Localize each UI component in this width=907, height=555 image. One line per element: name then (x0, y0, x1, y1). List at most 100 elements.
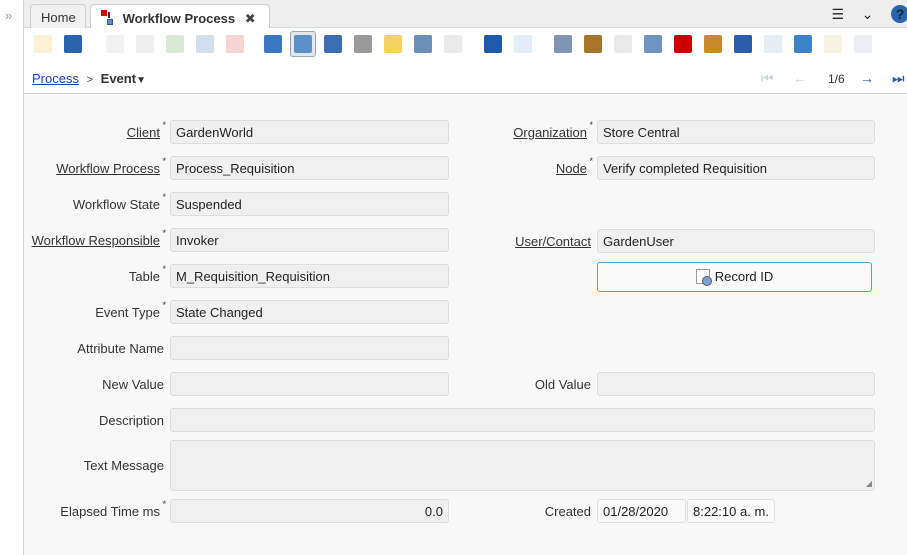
new-button[interactable] (102, 31, 128, 57)
save-and-new-button[interactable] (222, 31, 248, 57)
record-id-button[interactable]: Record ID (597, 262, 872, 292)
delete-icon (166, 35, 184, 53)
breadcrumb: Process > Event▼ (32, 71, 146, 86)
tab-label: Workflow Process (122, 11, 236, 26)
old-value-field[interactable] (597, 372, 875, 396)
process-icon (764, 35, 782, 53)
breadcrumb-current-tab[interactable]: Event (101, 71, 136, 86)
event-type-field[interactable]: State Changed (170, 300, 449, 324)
previous-record-icon[interactable]: ← (793, 70, 807, 86)
workflow-icon (101, 10, 115, 25)
breadcrumb-separator: > (86, 74, 94, 86)
undo-button[interactable] (30, 31, 56, 57)
resize-grip-icon[interactable]: ◢ (866, 479, 872, 488)
close-tab-icon[interactable]: ✖ (245, 11, 256, 26)
refresh-button[interactable] (260, 31, 286, 57)
process-button[interactable] (760, 31, 786, 57)
workflow-process-label[interactable]: Workflow Process * (56, 156, 166, 176)
notes-button[interactable] (380, 31, 406, 57)
copy-button[interactable] (132, 31, 158, 57)
elapsed-time-field[interactable]: 0.0 (170, 499, 449, 523)
user-contact-field[interactable]: GardenUser (597, 229, 875, 253)
description-field[interactable] (170, 408, 875, 432)
export-icon (794, 35, 812, 53)
client-field[interactable]: GardenWorld (170, 120, 449, 144)
chat-icon (354, 35, 372, 53)
find-button[interactable] (290, 31, 316, 57)
attachment-button[interactable] (320, 31, 346, 57)
description-label: Description (98, 413, 164, 428)
workflow-responsible-label[interactable]: Workflow Responsible * (32, 228, 166, 248)
save-and-new-icon (226, 35, 244, 53)
expand-panel-icon[interactable]: » (5, 8, 12, 23)
dropdown-caret-icon[interactable]: ▼ (136, 75, 146, 86)
notes-icon (384, 35, 402, 53)
menu-icon[interactable]: ☰ (831, 6, 844, 23)
customize-button[interactable] (850, 31, 876, 57)
workflow-button[interactable] (670, 31, 696, 57)
zoom-across-icon (644, 35, 662, 53)
table-field[interactable]: M_Requisition_Requisition (170, 264, 449, 288)
user-contact-label[interactable]: User/Contact (515, 234, 591, 249)
new-value-label: New Value (102, 377, 164, 392)
save-icon (196, 35, 214, 53)
zoom-across-button[interactable] (640, 31, 666, 57)
grid-toggle-button[interactable] (410, 31, 436, 57)
workflow-icon (674, 35, 692, 53)
archive-button[interactable] (580, 31, 606, 57)
export-button[interactable] (790, 31, 816, 57)
product-info-icon (734, 35, 752, 53)
created-label: Created (544, 504, 591, 519)
attribute-name-field[interactable] (170, 336, 449, 360)
collapse-icon[interactable]: ⌄ (862, 6, 874, 23)
client-label[interactable]: Client * (127, 120, 166, 140)
workflow-responsible-field[interactable]: Invoker (170, 228, 449, 252)
breadcrumb-process-link[interactable]: Process (32, 71, 79, 86)
archive-icon (584, 35, 602, 53)
created-time-field[interactable]: 8:22:10 a. m. (687, 499, 775, 523)
organization-label[interactable]: Organization * (513, 120, 593, 140)
help-button[interactable] (60, 31, 86, 57)
multi-view-button[interactable] (440, 31, 466, 57)
organization-field[interactable]: Store Central (597, 120, 875, 144)
print-button[interactable] (610, 31, 636, 57)
tab-workflow-process[interactable]: Workflow Process ✖ (90, 4, 270, 29)
elapsed-time-label: Elapsed Time ms * (60, 499, 166, 519)
chat-button[interactable] (350, 31, 376, 57)
created-date-field[interactable]: 01/28/2020 (597, 499, 686, 523)
report-icon (554, 35, 572, 53)
grid-toggle-icon (414, 35, 432, 53)
product-info-button[interactable] (730, 31, 756, 57)
table-label: Table * (128, 264, 166, 284)
collapsed-west-panel: » (0, 0, 24, 555)
save-button[interactable] (192, 31, 218, 57)
last-record-icon[interactable]: ⏭ (892, 70, 905, 87)
first-record-icon[interactable]: ⏮ (761, 70, 774, 87)
parent-record-button[interactable] (480, 31, 506, 57)
help-icon[interactable]: ? (891, 5, 907, 23)
request-button[interactable] (700, 31, 726, 57)
breadcrumb-bar: Process > Event▼ ⏮ ← 1/6 → ⏭ (24, 64, 907, 94)
tab-home[interactable]: Home (30, 4, 86, 29)
detail-record-button[interactable] (510, 31, 536, 57)
event-form: Client * GardenWorld Organization * Store … (24, 95, 907, 555)
new-icon (106, 35, 124, 53)
customize-icon (854, 35, 872, 53)
node-field[interactable]: Verify completed Requisition (597, 156, 875, 180)
workflow-state-label: Workflow State * (72, 192, 166, 212)
refresh-icon (264, 35, 282, 53)
next-record-icon[interactable]: → (860, 70, 874, 86)
delete-button[interactable] (162, 31, 188, 57)
workflow-process-field[interactable]: Process_Requisition (170, 156, 449, 180)
event-type-label: Event Type * (95, 300, 166, 320)
new-value-field[interactable] (170, 372, 449, 396)
text-message-field[interactable]: ◢ (170, 440, 875, 491)
detail-record-icon (514, 35, 532, 53)
node-label[interactable]: Node * (556, 156, 593, 176)
window-tab-bar: Home Workflow Process ✖ ☰ ⌄ ? (24, 0, 907, 29)
import-icon (824, 35, 842, 53)
workflow-state-field[interactable]: Suspended (170, 192, 449, 216)
import-button[interactable] (820, 31, 846, 57)
report-button[interactable] (550, 31, 576, 57)
copy-icon (136, 35, 154, 53)
